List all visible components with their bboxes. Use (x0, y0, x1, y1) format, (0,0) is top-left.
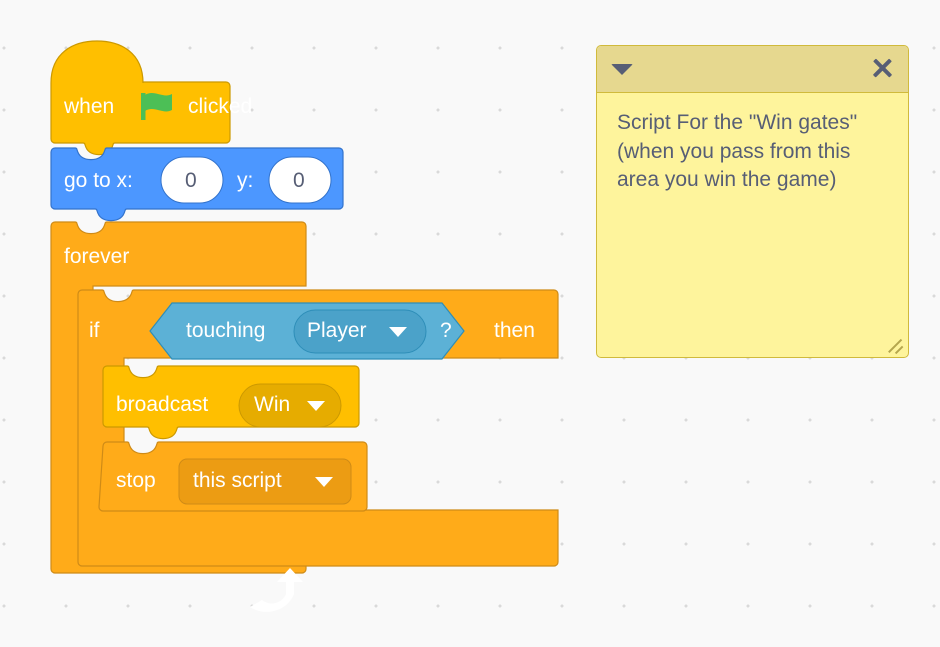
stop-option-value[interactable]: this script (193, 470, 282, 491)
when-label: when (64, 95, 115, 118)
clicked-label: clicked (188, 95, 253, 118)
goto-x-label: go to x: (64, 169, 133, 192)
loop-arrow-icon (250, 568, 303, 612)
broadcast-label: broadcast (116, 393, 209, 416)
if-label: if (89, 319, 100, 342)
close-icon[interactable] (868, 54, 896, 82)
question-mark-label: ? (440, 319, 452, 342)
workspace-comment[interactable]: Script For the "Win gates"(when you pass… (596, 45, 909, 358)
comment-header (597, 46, 908, 93)
touching-label: touching (186, 319, 266, 342)
goto-x-value[interactable]: 0 (185, 170, 197, 191)
broadcast-message-value[interactable]: Win (254, 394, 290, 415)
goto-y-label: y: (237, 169, 254, 192)
goto-y-value[interactable]: 0 (293, 170, 305, 191)
stop-label: stop (116, 469, 156, 492)
touching-target-value[interactable]: Player (307, 320, 367, 341)
then-label: then (494, 319, 535, 342)
forever-label: forever (64, 245, 130, 268)
triangle-down-icon[interactable] (611, 64, 633, 75)
scratch-workspace-canvas[interactable]: when clicked go to x: 0 y: 0 forever if … (0, 0, 940, 647)
resize-handle-icon[interactable] (884, 334, 904, 354)
comment-text[interactable]: Script For the "Win gates"(when you pass… (597, 93, 908, 195)
